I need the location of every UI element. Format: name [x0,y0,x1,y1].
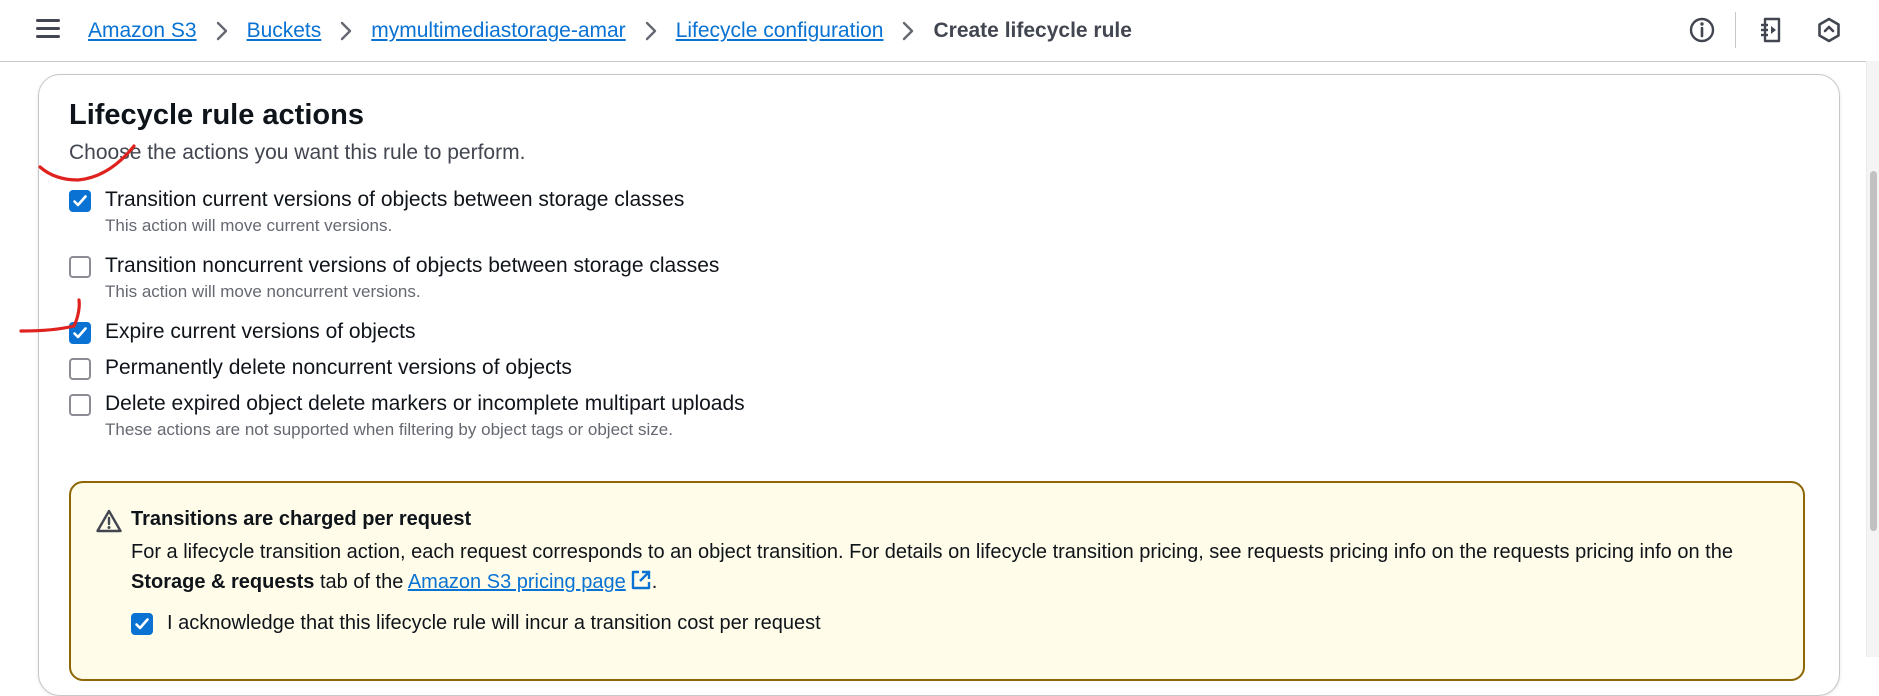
breadcrumb-bucket-name[interactable]: mymultimediastorage-amar [371,19,625,43]
chevron-right-icon [340,21,352,41]
scrollbar-thumb[interactable] [1870,171,1877,531]
section-description: Choose the actions you want this rule to… [69,141,526,164]
alert-title: Transitions are charged per request [131,508,472,530]
action-description: This action will move current versions. [105,216,393,235]
action-description: These actions are not supported when fil… [105,420,673,439]
alert-body-text: tab of the [314,571,408,593]
action-label[interactable]: Delete expired object delete markers or … [105,392,745,416]
action-description: This action will move noncurrent version… [105,282,421,301]
breadcrumb: Amazon S3 Buckets mymultimediastorage-am… [88,16,1132,46]
alert-body-text: . [651,571,658,593]
header-divider [1735,12,1736,48]
checkbox-acknowledge-transition-cost[interactable] [131,613,153,635]
action-label[interactable]: Expire current versions of objects [105,320,415,344]
action-label[interactable]: Transition current versions of objects b… [105,188,684,212]
breadcrumb-amazon-s3[interactable]: Amazon S3 [88,19,197,43]
lifecycle-rule-actions-panel: Lifecycle rule actions Choose the action… [38,74,1840,696]
warning-alert: Transitions are charged per request For … [69,481,1805,681]
checkbox-delete-expired-markers[interactable] [69,394,91,416]
breadcrumb-current-page: Create lifecycle rule [933,19,1132,42]
section-title: Lifecycle rule actions [69,99,364,131]
pricing-page-link[interactable]: Amazon S3 pricing page [408,571,626,593]
info-icon[interactable] [1688,16,1716,44]
alert-body-text: For a lifecycle transition action, each … [131,541,1733,563]
action-label[interactable]: Permanently delete noncurrent versions o… [105,356,572,380]
settings-hexagon-icon[interactable] [1815,16,1843,44]
page-scrollbar[interactable] [1866,61,1879,657]
external-link-icon[interactable] [630,569,652,600]
warning-icon [96,509,122,538]
action-label[interactable]: Transition noncurrent versions of object… [105,254,719,278]
chevron-right-icon [216,21,228,41]
alert-body: For a lifecycle transition action, each … [131,537,1771,600]
breadcrumb-lifecycle-configuration[interactable]: Lifecycle configuration [676,19,884,43]
notifications-panel-icon[interactable] [1758,16,1786,44]
breadcrumb-buckets[interactable]: Buckets [247,19,322,43]
checkbox-transition-current[interactable] [69,190,91,212]
chevron-right-icon [645,21,657,41]
checkbox-transition-noncurrent[interactable] [69,256,91,278]
top-navigation-bar: Amazon S3 Buckets mymultimediastorage-am… [0,0,1879,62]
checkbox-permanently-delete-noncurrent[interactable] [69,358,91,380]
acknowledge-label[interactable]: I acknowledge that this lifecycle rule w… [167,612,821,635]
checkbox-expire-current[interactable] [69,322,91,344]
chevron-right-icon [902,21,914,41]
hamburger-menu-icon[interactable] [36,19,60,41]
alert-body-bold: Storage & requests [131,571,315,593]
